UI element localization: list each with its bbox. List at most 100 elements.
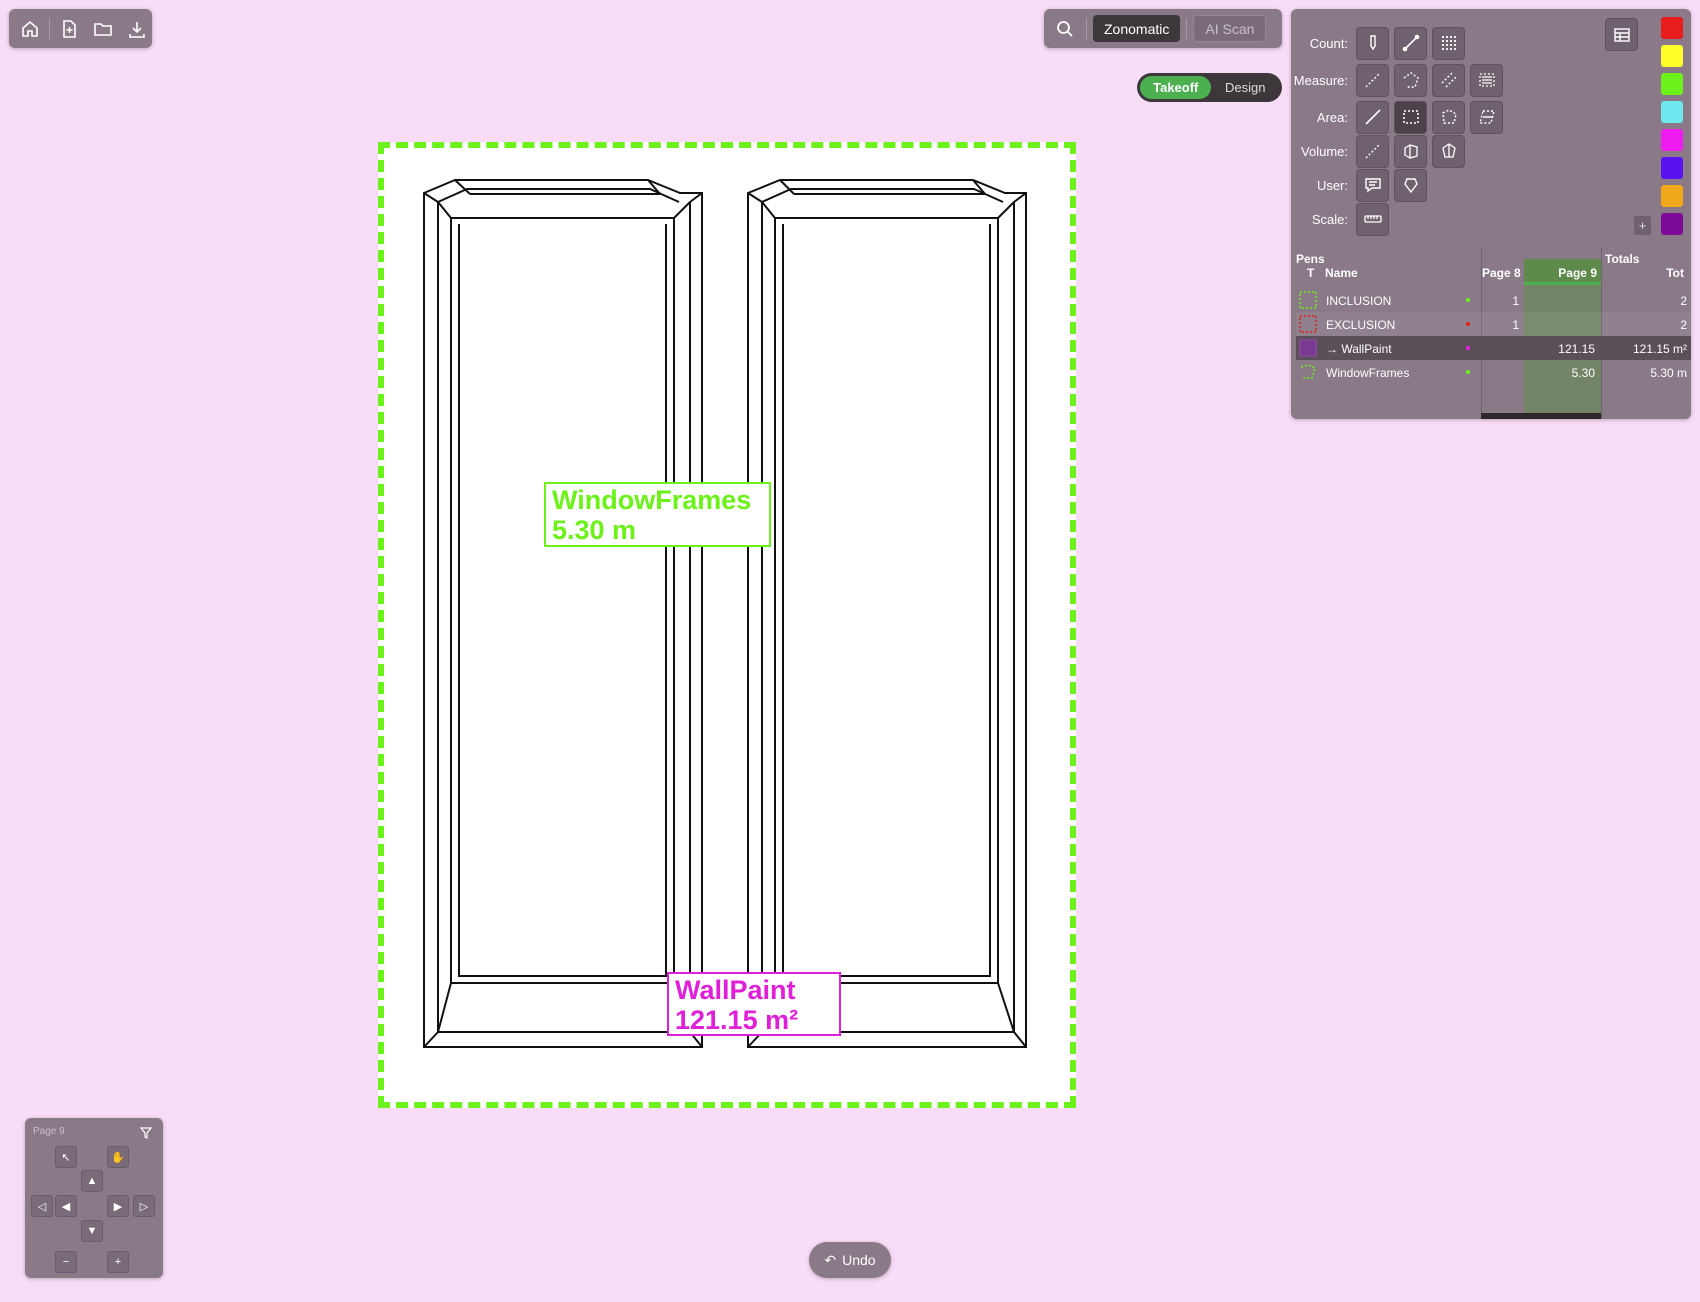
totals-header: Totals [1605,252,1640,266]
pens-title: Pens [1296,252,1325,266]
pan-right-icon[interactable]: ▶ [107,1195,129,1217]
volume-line-tool-icon[interactable] [1356,134,1389,168]
pen-name: WindowFrames [1326,366,1410,380]
pen-total-value: 5.30 m [1650,366,1687,380]
ruler-tool-icon[interactable] [1356,202,1389,236]
toolbar-divider [49,17,50,40]
pen-page9-value: 5.30 [1571,366,1595,380]
color-swatch-yellow[interactable] [1661,45,1683,67]
toolbar-divider [1186,17,1188,40]
tools-panel: Count: Measure: Area: Volume: User: Scal… [1291,9,1691,419]
page-previous-icon[interactable]: ◁ [31,1195,53,1217]
undo-label: Undo [842,1252,876,1268]
download-icon[interactable] [122,14,152,44]
count-label: Count: [1309,35,1348,51]
count-line-tool-icon[interactable] [1394,26,1427,60]
color-swatch-blue[interactable] [1661,157,1683,179]
pens-table: Pens Totals T Name Page 8 Page 9 Tot INC… [1291,247,1691,419]
area-slope-tool-icon[interactable] [1470,100,1503,134]
color-swatch-purple[interactable] [1661,213,1683,235]
filter-icon[interactable] [139,1126,153,1145]
area-label: Area: [1316,109,1348,125]
tot-column-header[interactable]: Tot [1611,266,1684,280]
comment-tool-icon[interactable] [1356,168,1389,202]
pen-total-value: 121.15 m² [1632,342,1687,356]
area-rectangle-tool-icon[interactable] [1394,100,1427,134]
volume-label: Volume: [1301,143,1348,159]
table-view-icon[interactable] [1605,18,1638,51]
wallpaint-area-icon [1299,339,1317,357]
color-swatch-cyan[interactable] [1661,101,1683,123]
pen-row-windowframes[interactable]: WindowFrames 5.30 5.30 m [1296,360,1691,384]
inclusion-area-icon [1299,291,1317,309]
home-icon[interactable] [15,14,45,44]
mode-toolbar: Zonomatic AI Scan [1044,9,1282,48]
ai-scan-button[interactable]: AI Scan [1193,15,1267,42]
pen-page8-value: 1 [1512,318,1519,332]
type-column-header[interactable]: T [1307,266,1314,280]
pen-name: → WallPaint [1326,342,1392,356]
exclusion-area-icon [1299,315,1317,333]
zoom-in-button[interactable]: + [107,1251,129,1273]
color-swatch-magenta[interactable] [1661,129,1683,151]
takeoff-design-toggle: Takeoff Design [1137,73,1282,102]
search-icon[interactable] [1050,14,1080,44]
color-swatch-green[interactable] [1661,73,1683,95]
area-line-tool-icon[interactable] [1356,100,1389,134]
select-arrow-icon[interactable]: ↖ [55,1146,77,1168]
design-tab[interactable]: Design [1211,76,1279,99]
windowframes-measurement-label[interactable]: WindowFrames 5.30 m [544,482,771,547]
pen-status-dot [1466,322,1470,326]
zonomatic-button[interactable]: Zonomatic [1093,15,1181,42]
zoom-out-button[interactable]: − [55,1251,77,1273]
pen-name: INCLUSION [1326,294,1392,308]
page-next-icon[interactable]: ▷ [133,1195,155,1217]
windowframes-polyline-icon [1300,364,1316,379]
count-tools-row: Count: [1291,26,1470,60]
horizontal-scrollbar[interactable] [1481,413,1601,419]
pen-total-value: 2 [1680,318,1687,332]
volume-polygon-tool-icon[interactable] [1432,134,1465,168]
undo-icon: ↶ [824,1251,837,1268]
measure-tools-row: Measure: [1291,63,1508,97]
pan-hand-icon[interactable]: ✋ [107,1146,129,1168]
undo-button[interactable]: ↶ Undo [809,1242,891,1278]
measure-multi-line-tool-icon[interactable] [1432,63,1465,97]
count-marker-tool-icon[interactable] [1356,26,1389,60]
pen-row-exclusion[interactable]: EXCLUSION 1 2 [1296,312,1691,336]
wallpaint-measurement-label[interactable]: WallPaint 121.15 m² [667,972,841,1036]
add-color-button[interactable]: + [1634,216,1651,235]
color-swatch-orange[interactable] [1661,185,1683,207]
toolbar-divider [1086,17,1087,40]
pen-status-dot [1466,346,1470,350]
pen-row-wallpaint[interactable]: → WallPaint 121.15 121.15 m² [1296,336,1691,360]
page8-column-header[interactable]: Page 8 [1482,266,1524,280]
measure-hatch-tool-icon[interactable] [1470,63,1503,97]
pen-name: EXCLUSION [1326,318,1396,332]
pan-up-icon[interactable]: ▲ [81,1170,103,1192]
drawing-sheet[interactable] [378,142,1076,1108]
file-toolbar [9,9,152,48]
new-file-icon[interactable] [54,14,84,44]
navigation-pad: Page 9 ↖ ✋ ▲ ◁ ◀ ▶ ▷ ▼ − + [25,1118,163,1278]
measurement-name: WindowFrames [552,485,752,515]
open-folder-icon[interactable] [88,14,118,44]
area-polygon-tool-icon[interactable] [1432,100,1465,134]
pen-row-inclusion[interactable]: INCLUSION 1 2 [1296,288,1691,312]
measure-line-tool-icon[interactable] [1356,63,1389,97]
pan-down-icon[interactable]: ▼ [81,1220,103,1242]
scale-label: Scale: [1311,211,1348,227]
page9-column-header[interactable]: Page 9 [1531,266,1597,280]
color-swatch-red[interactable] [1661,17,1683,39]
measurement-value: 121.15 m² [675,1005,799,1035]
count-grid-tool-icon[interactable] [1432,26,1465,60]
pan-left-icon[interactable]: ◀ [55,1195,77,1217]
takeoff-tab[interactable]: Takeoff [1140,76,1212,99]
pen-marker-tool-icon[interactable] [1394,168,1427,202]
nav-page-label: Page 9 [33,1126,65,1137]
name-column-header[interactable]: Name [1325,266,1358,280]
measure-polyline-tool-icon[interactable] [1394,63,1427,97]
volume-tools-row: Volume: [1291,134,1470,168]
volume-box-tool-icon[interactable] [1394,134,1427,168]
measurement-value: 5.30 m [552,515,637,545]
